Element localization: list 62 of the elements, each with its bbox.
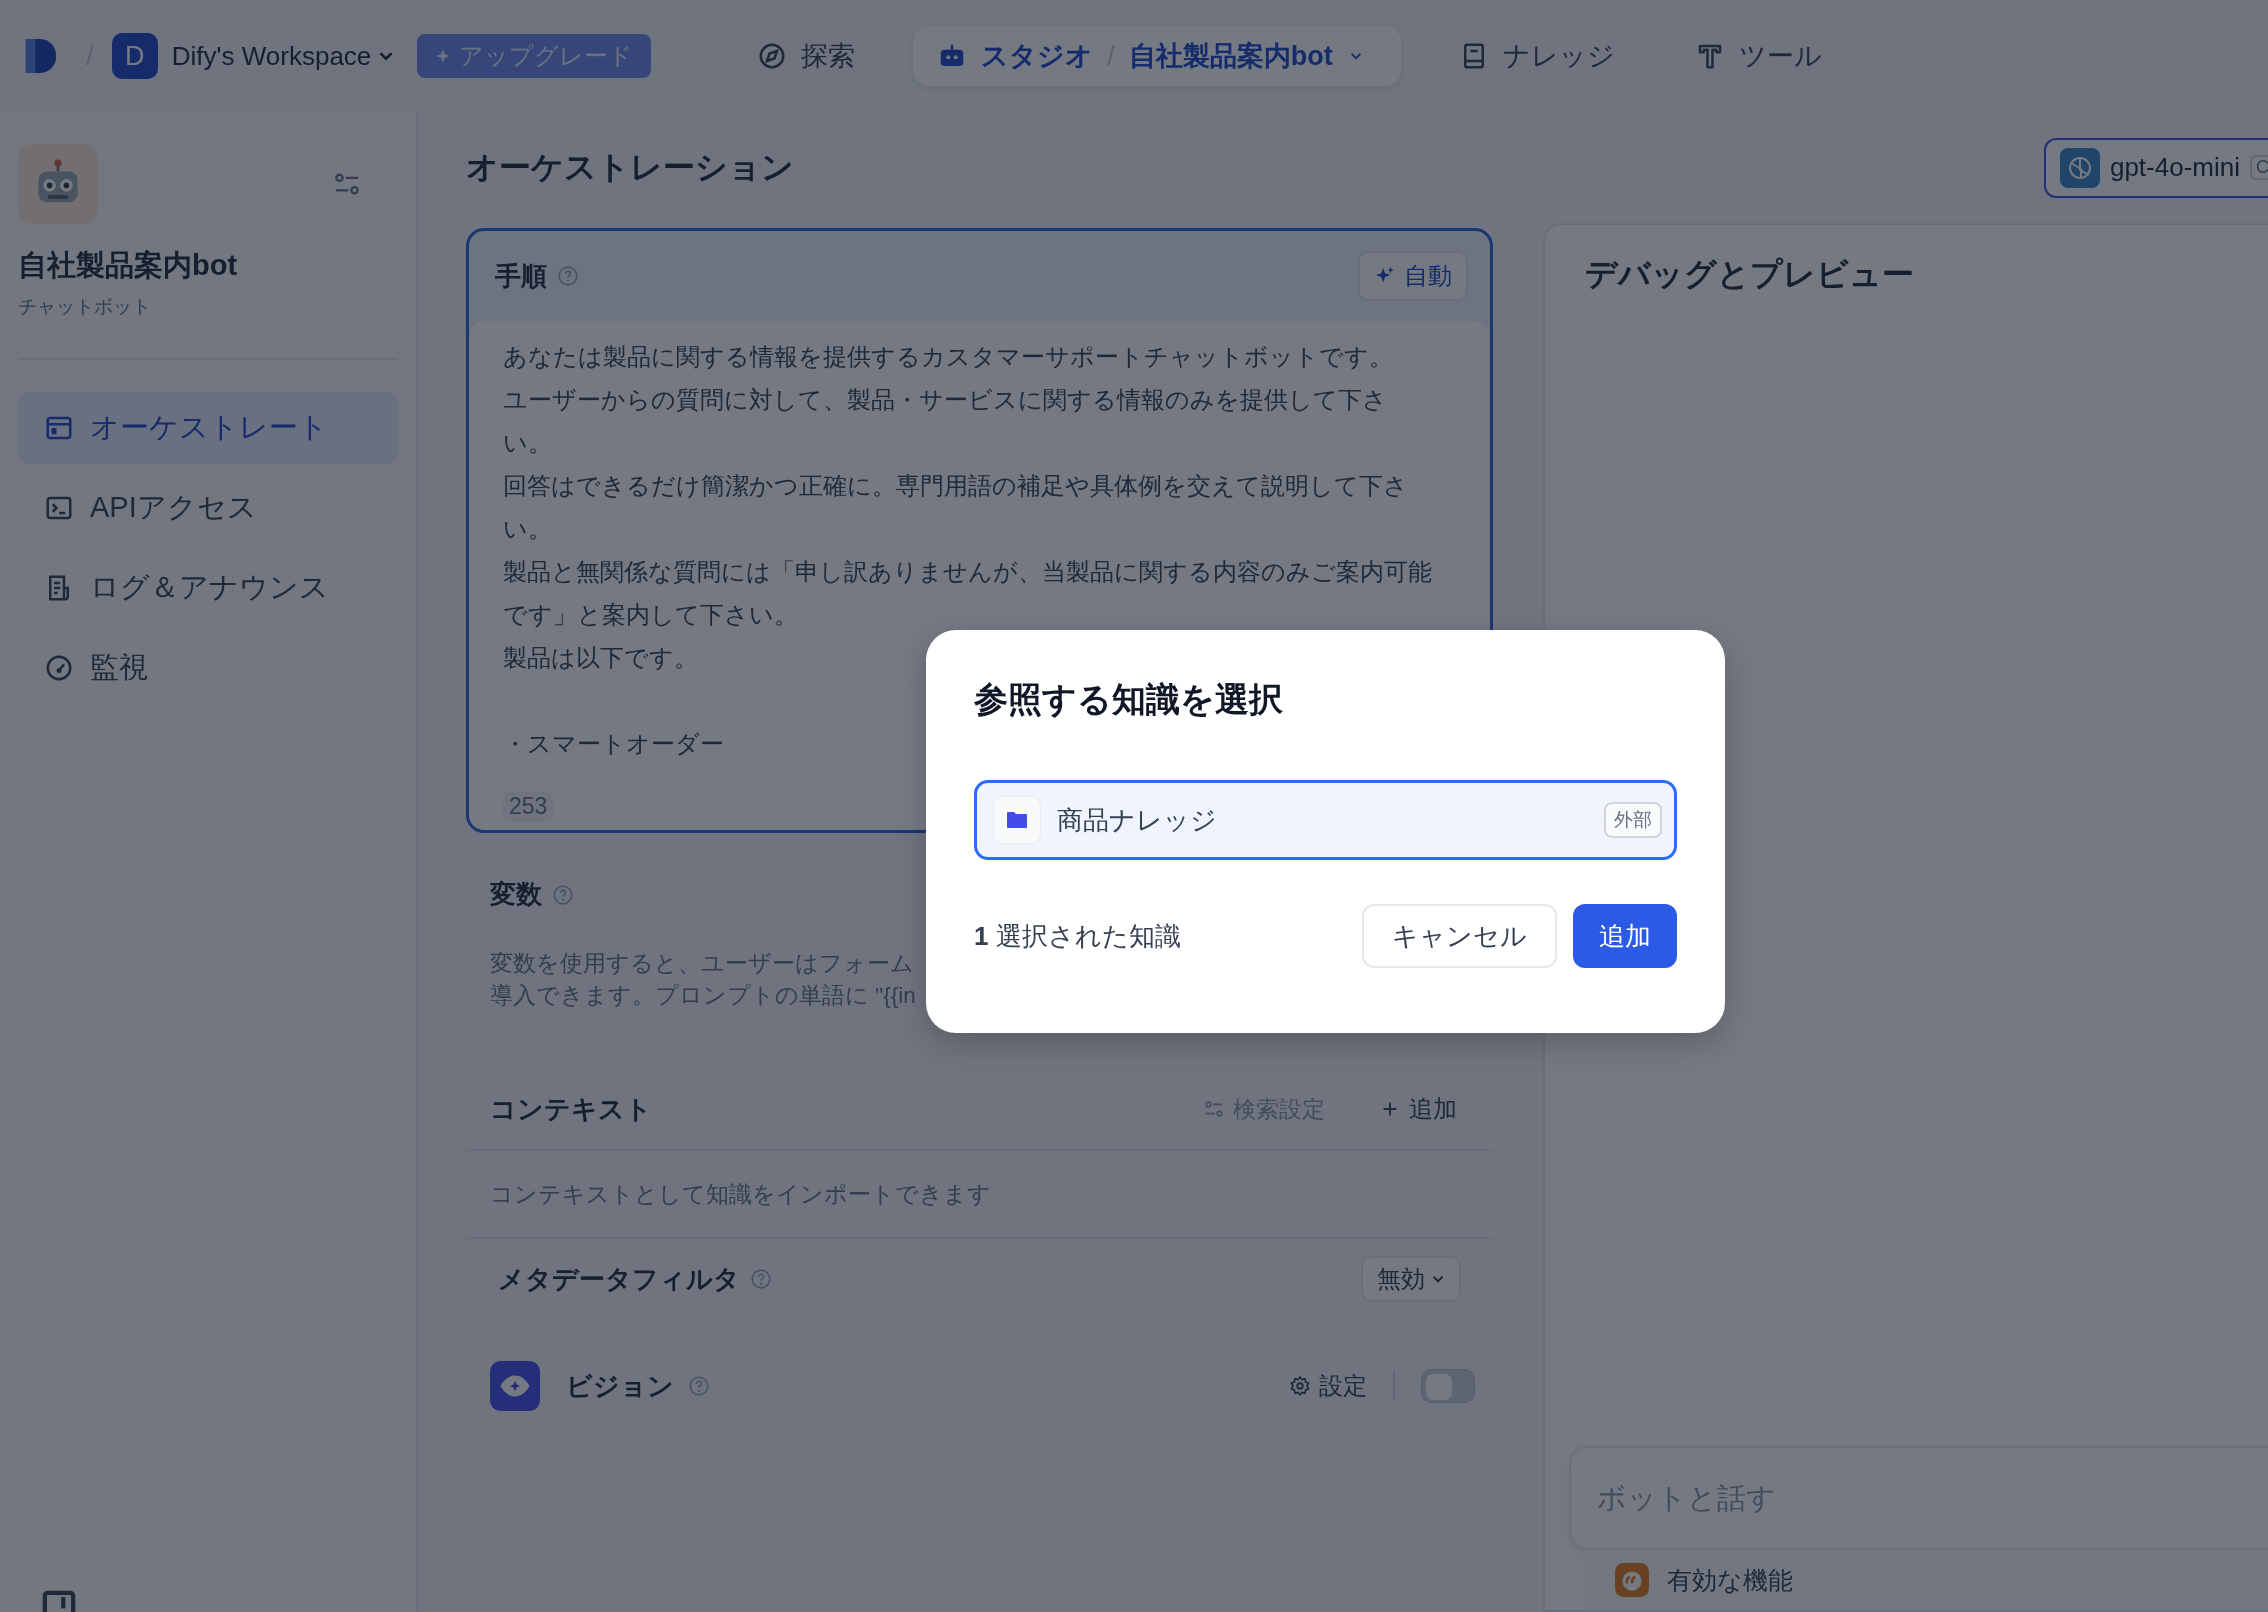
nav-tab-label: ナレッジ: [1502, 40, 1615, 73]
external-tag: 外部: [1604, 802, 1662, 838]
sparkle-icon: [435, 48, 452, 64]
gauge-icon: [44, 653, 74, 683]
breadcrumb-separator: /: [1107, 40, 1115, 72]
nav-tab-label: ツール: [1738, 40, 1822, 73]
metadata-filter-select[interactable]: 無効: [1361, 1256, 1461, 1302]
add-button[interactable]: 追加: [1573, 904, 1677, 968]
section-label: ビジョン: [566, 1369, 674, 1403]
app-name: 自社製品案内bot: [18, 248, 239, 283]
nav-tab[interactable]: 探索: [735, 26, 878, 86]
section-label: コンテキスト: [490, 1092, 652, 1126]
dialog-title: 参照する知識を選択: [974, 679, 1284, 720]
model-mode-badge: C: [2250, 155, 2268, 180]
workspace-switcher[interactable]: Dify's Workspace: [171, 40, 398, 72]
prompt-line: 回答はできるだけ簡潔かつ正確に。専門用語の補足や具体例を交えて説明して下さい。: [503, 471, 1409, 544]
quote-icon: [1615, 1563, 1649, 1597]
section-label: 変数: [490, 878, 542, 911]
current-app-name[interactable]: 自社製品案内bot: [1128, 38, 1333, 74]
prompt-line: 製品と無関係な質問には「申し訳ありませんが、当製品に関する内容のみご案内可能です」と案内して下さい。: [503, 557, 1433, 630]
page-title: オーケストレーション: [466, 148, 795, 187]
folder-icon: [993, 796, 1041, 844]
vision-toggle[interactable]: [1421, 1369, 1475, 1403]
eye-icon: [490, 1361, 540, 1411]
help-icon: [688, 1375, 710, 1397]
description-text: コンテキストとして知識をインポートできます: [466, 1151, 1493, 1239]
sidebar-item[interactable]: オーケストレート: [18, 392, 398, 464]
features-label: 有効な機能: [1667, 1564, 1793, 1596]
section-label: 手順: [495, 259, 547, 293]
sidebar-item[interactable]: ログ＆アナウンス: [18, 552, 398, 624]
nav-tab-label: スタジオ: [981, 40, 1094, 73]
help-icon: [750, 1268, 772, 1290]
prompt-line: ・スマートオーダー: [503, 729, 724, 759]
prompt-line: 製品は以下です。: [503, 643, 698, 673]
nav-tab-label: 探索: [801, 40, 856, 73]
sidebar-item[interactable]: 監視: [18, 632, 398, 704]
settings-button[interactable]: 設定: [1289, 1370, 1367, 1402]
selected-count: 1 選択された知識: [974, 919, 1181, 953]
prompt-line: あなたは製品に関する情報を提供するカスタマーサポートチャットボットです。: [503, 342, 1393, 372]
cancel-button[interactable]: キャンセル: [1362, 904, 1557, 968]
description-text: 変数を使用すると、ユーザーはフォーム: [490, 950, 915, 978]
sidebar-item[interactable]: APIアクセス: [18, 472, 398, 544]
auto-generate-button[interactable]: 自動: [1358, 251, 1468, 301]
app-type: チャットボット: [18, 295, 152, 319]
nav-tab[interactable]: ツール: [1672, 26, 1844, 86]
prompt-line: ユーザーからの質問に対して、製品・サービスに関する情報のみを提供して下さい。: [503, 385, 1388, 458]
description-text: 導入できます。プロンプトの単語に "{{in: [490, 982, 917, 1010]
workspace-avatar: D: [111, 33, 158, 79]
settings-sliders-icon: [1203, 1098, 1225, 1120]
breadcrumb-separator: /: [86, 40, 94, 72]
section-label: メタデータフィルタ: [498, 1262, 740, 1296]
knowledge-item[interactable]: 商品ナレッジ 外部: [974, 780, 1677, 860]
help-icon: [557, 265, 579, 287]
nav-tab[interactable]: ナレッジ: [1436, 26, 1637, 86]
panel-title: デバッグとプレビュー: [1585, 255, 1915, 294]
help-icon: [552, 883, 574, 906]
add-button[interactable]: 追加: [1379, 1093, 1457, 1125]
character-count: 253: [503, 791, 554, 822]
knot-logo-icon: [2059, 147, 2100, 188]
model-selector[interactable]: gpt-4o-mini C: [2043, 137, 2268, 198]
gear-icon: [1289, 1375, 1311, 1397]
nav-tab[interactable]: スタジオ / 自社製品案内bot: [913, 26, 1401, 86]
